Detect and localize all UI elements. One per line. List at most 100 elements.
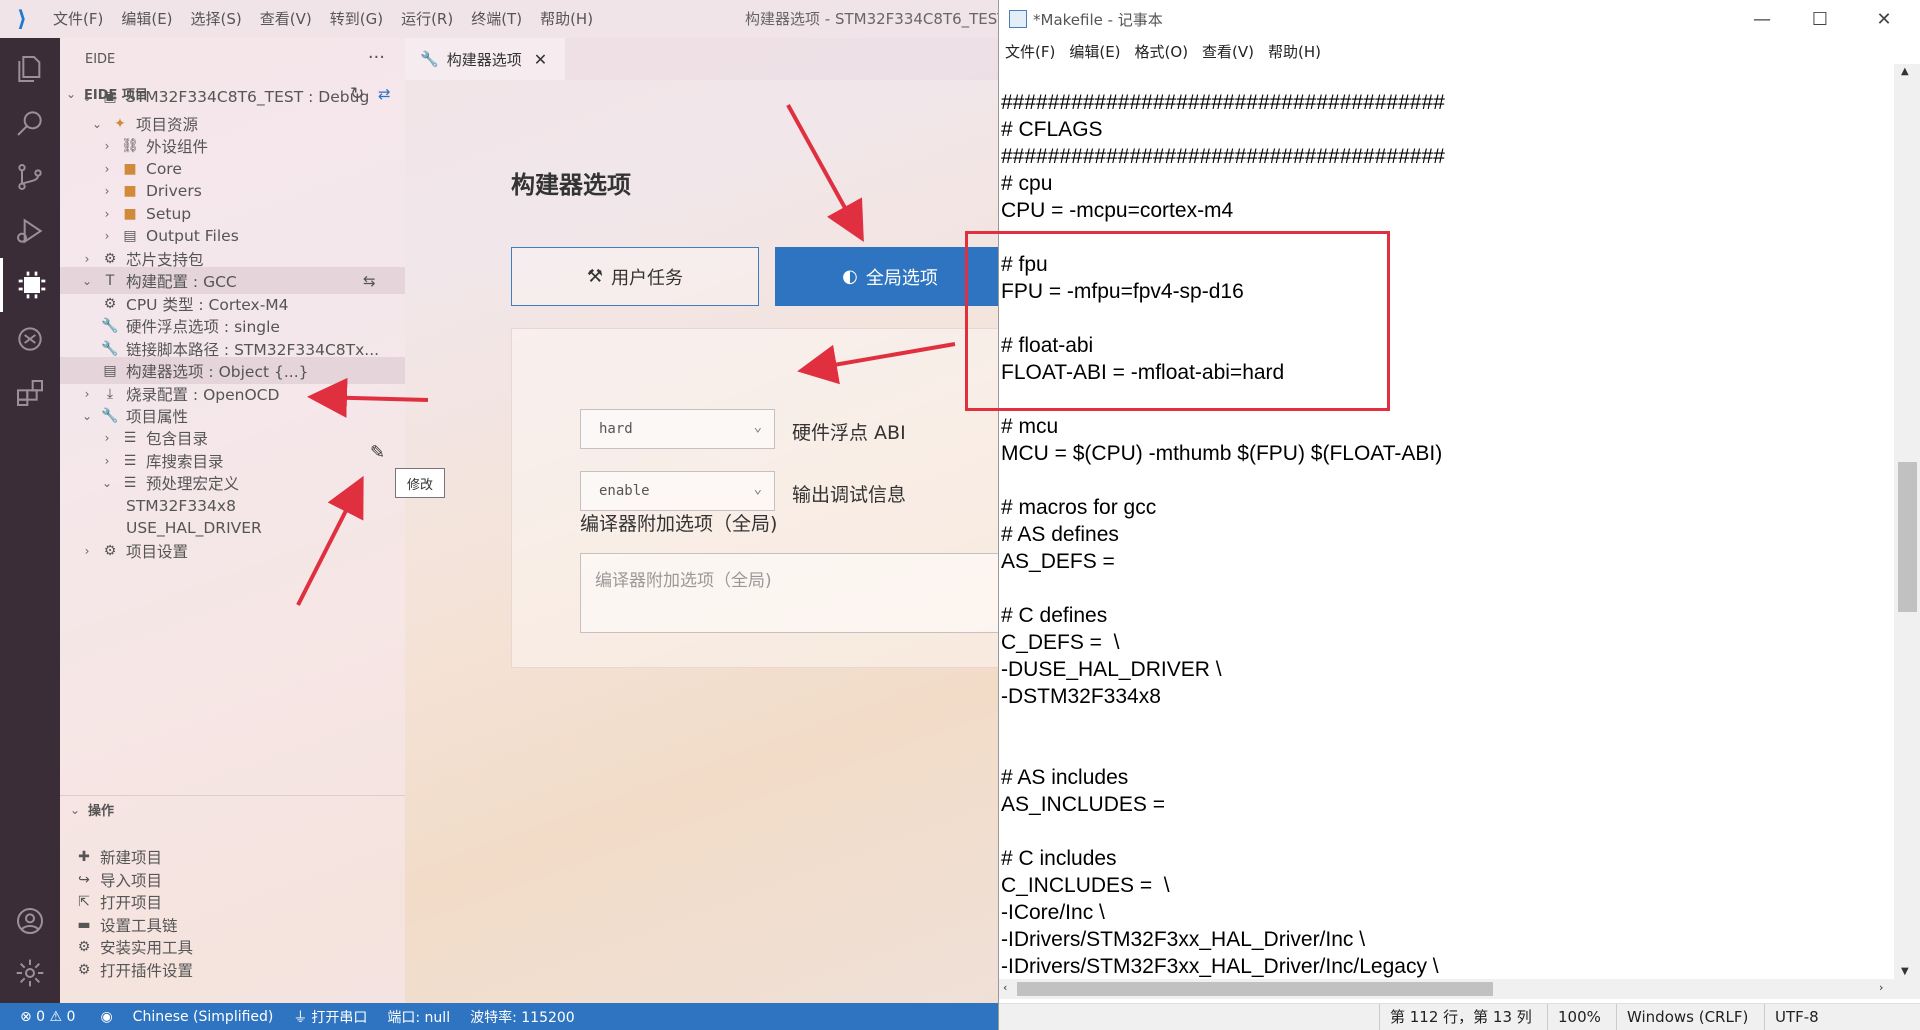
chevron-right-icon[interactable]: ›: [100, 229, 114, 243]
user-tasks-button[interactable]: ⚒ 用户任务: [511, 247, 759, 306]
op-open-settings[interactable]: ⚙ 打开插件设置: [60, 956, 405, 983]
np-menu-view[interactable]: 查看(V): [1202, 41, 1254, 62]
window-title: 构建器选项 - STM32F334C8T6_TEST (: [745, 10, 1018, 28]
scroll-down-icon[interactable]: ▼: [1901, 966, 1909, 977]
extra-options-input[interactable]: 编译器附加选项（全局): [580, 553, 1002, 633]
menu-go[interactable]: 转到(G): [321, 0, 392, 38]
menu-run[interactable]: 运行(R): [392, 0, 462, 38]
fpu-abi-select[interactable]: hard ⌄: [580, 409, 775, 449]
code-line: -IDrivers/STM32F3xx_HAL_Driver/Inc/Legac…: [1001, 955, 1439, 978]
account-icon[interactable]: [0, 894, 60, 948]
language-indicator[interactable]: Chinese (Simplified): [133, 1009, 274, 1025]
chevron-right-icon[interactable]: ›: [100, 184, 114, 198]
horizontal-scroll-thumb[interactable]: [1017, 982, 1493, 996]
chevron-down-icon[interactable]: ⌄: [80, 274, 94, 288]
wrench-icon: 🔧: [420, 50, 439, 68]
text-editor[interactable]: ###################################### # …: [999, 89, 1894, 979]
np-menu-edit[interactable]: 编辑(E): [1069, 41, 1120, 62]
open-serial-button[interactable]: 打开串口: [311, 1007, 367, 1027]
code-line: C_DEFS = \: [1001, 631, 1120, 654]
extensions-icon[interactable]: [0, 366, 60, 420]
options-panel: hard ⌄ 硬件浮点 ABI enable ⌄ 输出调试信息 编译器附加选项（…: [511, 328, 1002, 668]
chevron-right-icon[interactable]: ›: [80, 252, 94, 266]
problems-count[interactable]: ⊗ 0 ⚠ 0: [20, 1009, 75, 1025]
chevron-right-icon[interactable]: ›: [100, 207, 114, 221]
gear-icon: ⚙: [103, 542, 117, 559]
maximize-icon[interactable]: ☐: [1791, 0, 1849, 38]
menu-view[interactable]: 查看(V): [251, 0, 321, 38]
menu-selection[interactable]: 选择(S): [182, 0, 251, 38]
menu-edit[interactable]: 编辑(E): [112, 0, 181, 38]
tree-item-label: 外设组件: [146, 137, 209, 156]
close-icon[interactable]: ✕: [1855, 0, 1913, 38]
np-menu-help[interactable]: 帮助(H): [1268, 41, 1321, 62]
baud-rate[interactable]: 波特率: 115200: [470, 1007, 575, 1027]
new-project-icon: ✚: [78, 848, 90, 865]
zoom-level: 100%: [1547, 1004, 1601, 1030]
tree-item-label: STM32F334C8T6_TEST : Debug: [126, 87, 370, 106]
resources-icon: ✦: [114, 115, 126, 132]
code-line: -DUSE_HAL_DRIVER \: [1001, 658, 1222, 681]
chevron-right-icon[interactable]: ›: [80, 387, 94, 401]
operations-section[interactable]: ⌄ 操作: [60, 795, 405, 823]
tree-project-root[interactable]: ⌄ ▣ STM32F334C8T6_TEST : Debug: [60, 83, 405, 110]
options-icon: ▤: [103, 362, 117, 379]
chevron-down-icon[interactable]: ⌄: [100, 476, 114, 490]
chevron-down-icon[interactable]: ⌄: [80, 90, 94, 104]
chevron-right-icon[interactable]: ›: [80, 544, 94, 558]
chevron-down-icon[interactable]: ⌄: [90, 117, 104, 131]
search-icon[interactable]: [0, 96, 60, 150]
op-label: 打开插件设置: [100, 961, 194, 980]
more-actions-icon[interactable]: ···: [368, 47, 385, 68]
pencil-edit-icon[interactable]: ✎: [370, 442, 385, 463]
eide-chip-icon[interactable]: [0, 258, 60, 312]
np-menu-file[interactable]: 文件(F): [1005, 41, 1055, 62]
hammer-icon: T: [105, 272, 115, 289]
annotation-highlight-box: [965, 231, 1390, 411]
menu-file[interactable]: 文件(F): [44, 0, 112, 38]
minimize-icon[interactable]: —: [1733, 0, 1791, 38]
menu-help[interactable]: 帮助(H): [531, 0, 602, 38]
tree-item-label: STM32F334x8: [126, 496, 236, 515]
vertical-scrollbar[interactable]: ▲ ▼: [1894, 64, 1920, 979]
close-icon[interactable]: ✕: [534, 50, 547, 69]
notepad-menubar: 文件(F) 编辑(E) 格式(O) 查看(V) 帮助(H): [999, 38, 1920, 64]
tree-item-label: 项目设置: [126, 542, 189, 561]
source-control-icon[interactable]: [0, 150, 60, 204]
notepad-window: *Makefile - 记事本 — ☐ ✕ 文件(F) 编辑(E) 格式(O) …: [998, 0, 1920, 1030]
ai-assistant-icon[interactable]: [0, 312, 60, 366]
vertical-scroll-thumb[interactable]: [1898, 462, 1917, 612]
scroll-up-icon[interactable]: ▲: [1901, 66, 1909, 77]
switch-toolchain-icon[interactable]: ⇆: [363, 272, 376, 290]
settings-gear-icon[interactable]: [0, 946, 60, 1000]
explorer-icon[interactable]: [0, 42, 60, 96]
horizontal-scrollbar[interactable]: ‹ ›: [999, 979, 1920, 999]
code-line: -DSTM32F334x8: [1001, 685, 1161, 708]
editor-area: 🔧 构建器选项 ✕ 构建器选项 ⚒ 用户任务 ◐ 全局选项 hard ⌄ 硬件浮…: [405, 38, 1005, 1003]
run-debug-icon[interactable]: [0, 204, 60, 258]
chevron-right-icon[interactable]: ›: [100, 162, 114, 176]
vscode-menubar: 文件(F) 编辑(E) 选择(S) 查看(V) 转到(G) 运行(R) 终端(T…: [44, 0, 602, 38]
download-icon: ⤓: [106, 385, 114, 402]
scroll-left-icon[interactable]: ‹: [1003, 981, 1007, 994]
extra-options-label: 编译器附加选项（全局): [580, 513, 778, 535]
eide-sidebar: EIDE ··· ⌄ EIDE 项目 ↻ ⇄ ⌄ ▣ STM32F334C8T6_T…: [60, 38, 405, 1003]
np-menu-format[interactable]: 格式(O): [1135, 41, 1189, 62]
menu-terminal[interactable]: 终端(T): [462, 0, 531, 38]
tab-builder-options[interactable]: 🔧 构建器选项 ✕: [405, 38, 565, 80]
code-line: ######################################: [1001, 91, 1445, 114]
tree-item-label: Core: [146, 159, 182, 178]
chevron-right-icon[interactable]: ›: [100, 431, 114, 445]
chevron-right-icon[interactable]: ›: [100, 454, 114, 468]
chevron-down-icon[interactable]: ⌄: [80, 409, 94, 423]
code-line: # macros for gcc: [1001, 496, 1157, 519]
serial-port[interactable]: 端口: null: [387, 1007, 450, 1027]
chevron-right-icon[interactable]: ›: [100, 139, 114, 153]
scroll-right-icon[interactable]: ›: [1879, 981, 1883, 994]
debug-info-select[interactable]: enable ⌄: [580, 471, 775, 511]
tree-item-label: Setup: [146, 204, 192, 223]
tree-project-settings[interactable]: › ⚙ 项目设置: [60, 537, 405, 564]
